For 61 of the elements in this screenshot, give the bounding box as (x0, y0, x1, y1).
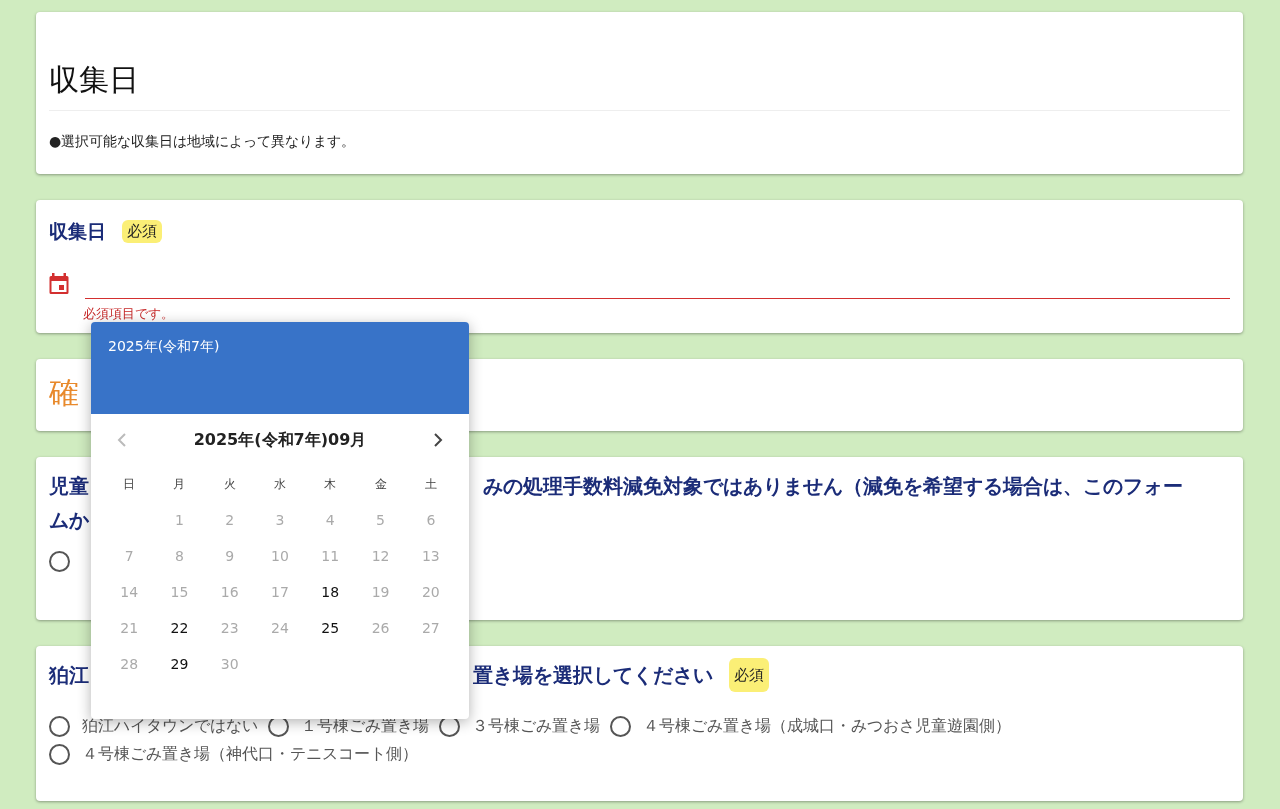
date-cell: 17 (267, 581, 293, 603)
year-text[interactable]: 2025年(令和7年) (108, 338, 220, 354)
date-cell[interactable]: 22 (166, 617, 193, 639)
date-cell: 10 (267, 545, 293, 567)
calendar-icon[interactable] (49, 272, 69, 295)
section-title: 確 (49, 375, 79, 410)
date-cell[interactable]: 29 (166, 653, 193, 675)
weekday-label: 土 (424, 476, 437, 493)
date-cell: 1 (170, 509, 188, 531)
option-label[interactable]: 狛江ハイタウンではない (82, 714, 258, 738)
date-cell: 14 (116, 581, 143, 603)
date-cell: 20 (417, 581, 444, 603)
date-cell: 15 (166, 581, 193, 603)
date-cell: 30 (216, 653, 243, 675)
date-cell: 23 (216, 617, 243, 639)
weekday-label: 月 (173, 476, 186, 493)
weekday-label: 木 (324, 476, 337, 493)
required-badge: 必須 (729, 658, 769, 692)
weekday-label: 金 (374, 476, 387, 493)
date-cell: 3 (271, 509, 289, 531)
radio-button[interactable] (49, 551, 70, 572)
option-label[interactable]: ４号棟ごみ置き場（成城口・みつおさ児童遊園側） (643, 714, 1011, 738)
date-cell: 7 (120, 545, 138, 567)
question-text: 児童 (49, 474, 89, 498)
date-cell: 13 (417, 545, 444, 567)
date-cell: 2 (221, 509, 239, 531)
date-cell: 8 (170, 545, 188, 567)
weekday-label: 火 (223, 476, 236, 493)
date-cell[interactable]: 18 (317, 581, 344, 603)
date-cell[interactable]: 25 (317, 617, 344, 639)
question-text: ムか (49, 508, 89, 532)
month-title: 2025年(令和7年)09月 (193, 429, 367, 451)
date-cell: 4 (321, 509, 339, 531)
question-text: みの処理手数料減免対象ではありません（減免を希望する場合は、このフォー (483, 473, 1183, 500)
date-cell: 6 (422, 509, 440, 531)
weekday-label: 水 (274, 476, 286, 493)
note-text: ●選択可能な収集日は地域によって異なります。 (49, 132, 357, 151)
field-label: 収集日 (49, 219, 106, 244)
date-cell: 28 (116, 653, 143, 675)
date-cell: 12 (367, 545, 394, 567)
section-title: 収集日 (49, 62, 140, 98)
date-cell: 24 (267, 617, 293, 639)
weekday-label: 日 (123, 476, 136, 493)
date-cell: 26 (367, 617, 394, 639)
date-cell: 16 (216, 581, 243, 603)
next-month-button[interactable] (433, 433, 443, 447)
date-cell: 5 (372, 509, 389, 531)
date-cell: 27 (417, 617, 444, 639)
question-text: 狛江 (49, 663, 89, 687)
date-cell: 11 (317, 545, 344, 567)
date-cell: 9 (221, 545, 239, 567)
radio-button[interactable] (49, 743, 70, 765)
radio-button[interactable] (49, 715, 70, 737)
option-label[interactable]: ３号棟ごみ置き場 (472, 714, 600, 738)
date-cell: 19 (367, 581, 394, 603)
radio-button[interactable] (610, 715, 631, 737)
option-label[interactable]: ４号棟ごみ置き場（神代口・テニスコート側） (82, 742, 418, 766)
date-cell: 21 (116, 617, 143, 639)
required-badge: 必須 (122, 220, 162, 243)
question-text: 置き場を選択してください (473, 662, 713, 689)
error-text: 必須項目です。 (83, 304, 175, 323)
